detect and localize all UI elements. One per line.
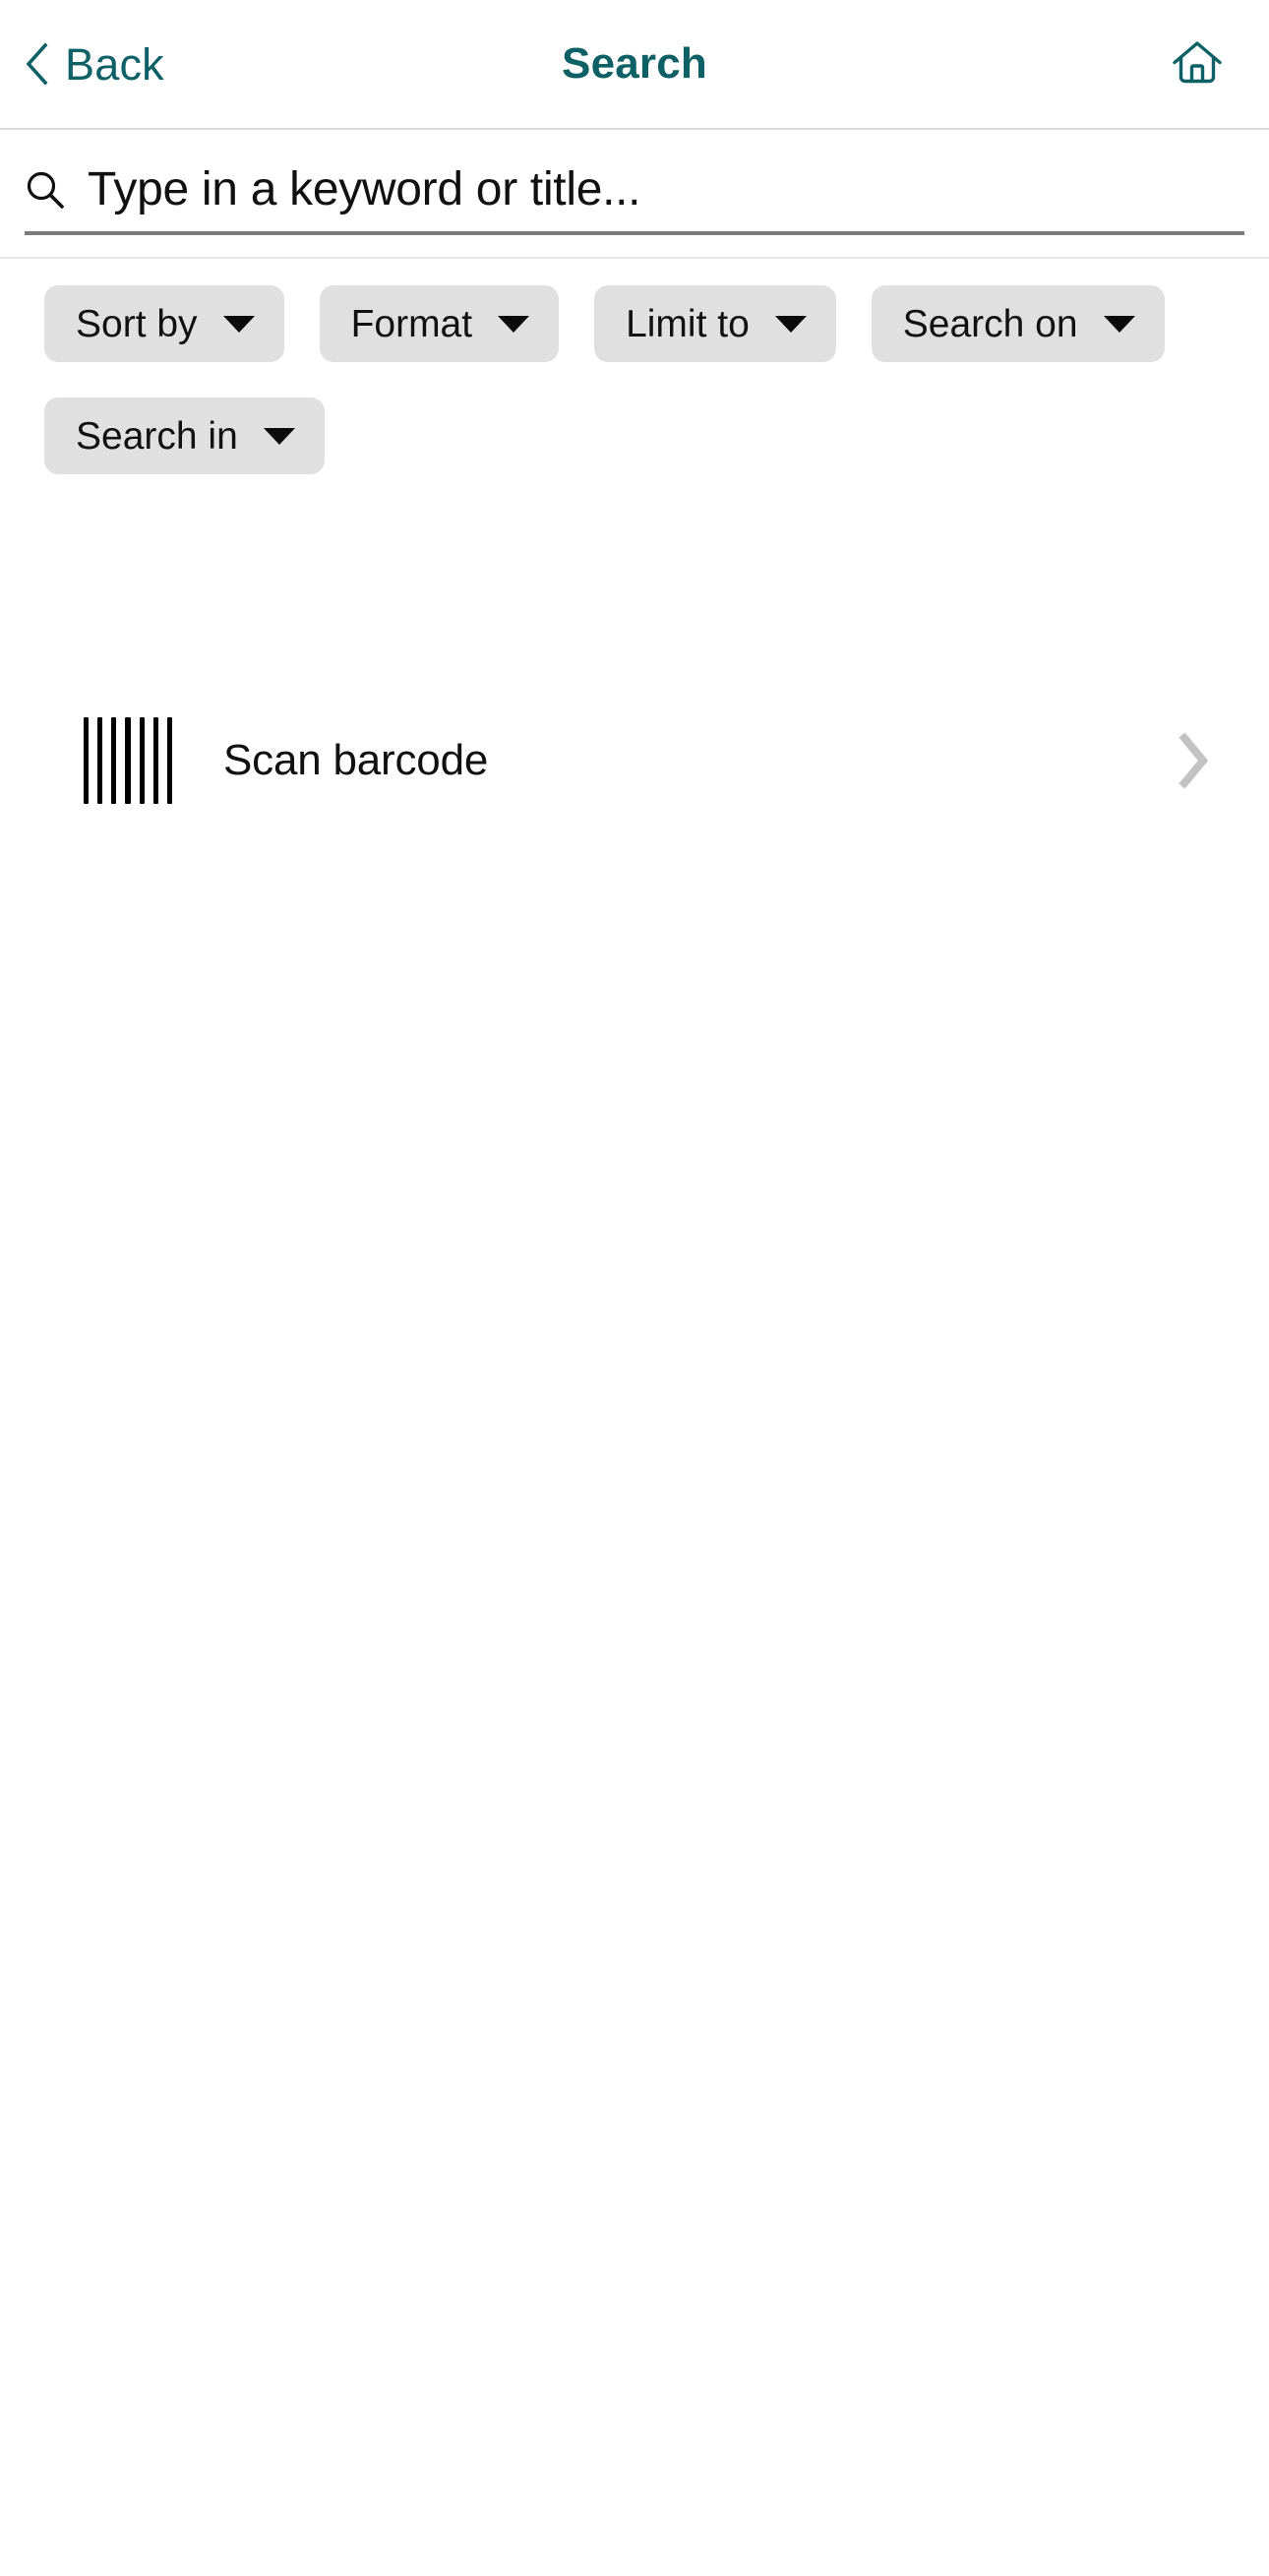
barcode-icon: [84, 715, 172, 806]
search-field-container: [0, 130, 1269, 259]
home-icon: [1170, 36, 1225, 92]
chip-label: Search in: [76, 414, 238, 458]
filter-chip-limit-to[interactable]: Limit to: [594, 285, 836, 362]
chip-label: Search on: [902, 302, 1078, 345]
chip-label: Limit to: [626, 302, 750, 345]
filter-chip-search-in[interactable]: Search in: [44, 398, 325, 474]
search-input[interactable]: [88, 162, 1244, 216]
scan-barcode-row[interactable]: Scan barcode: [0, 704, 1269, 817]
back-label: Back: [65, 38, 164, 90]
chevron-right-icon: [1177, 731, 1230, 789]
home-button[interactable]: [1153, 0, 1241, 128]
back-button[interactable]: Back: [14, 0, 174, 128]
search-field[interactable]: [25, 152, 1244, 235]
filter-chip-search-on[interactable]: Search on: [871, 285, 1165, 362]
chevron-down-icon: [1103, 315, 1135, 333]
search-icon: [25, 169, 66, 215]
chevron-left-icon: [24, 42, 49, 86]
chevron-down-icon: [774, 315, 807, 333]
chevron-down-icon: [498, 315, 530, 333]
search-screen: Back Search Type in a keyword or title..…: [0, 0, 1269, 2576]
chevron-down-icon: [222, 315, 255, 333]
app-header: Back Search: [0, 0, 1269, 130]
filter-chip-row: Sort by Format Limit to Search on Search…: [0, 259, 1220, 474]
page-title: Search: [562, 39, 707, 88]
filter-chip-format[interactable]: Format: [319, 285, 560, 362]
scan-barcode-label: Scan barcode: [223, 735, 489, 784]
chip-label: Format: [350, 302, 473, 345]
filter-chip-sort-by[interactable]: Sort by: [44, 285, 284, 362]
chevron-down-icon: [263, 427, 295, 445]
chip-label: Sort by: [76, 302, 198, 345]
